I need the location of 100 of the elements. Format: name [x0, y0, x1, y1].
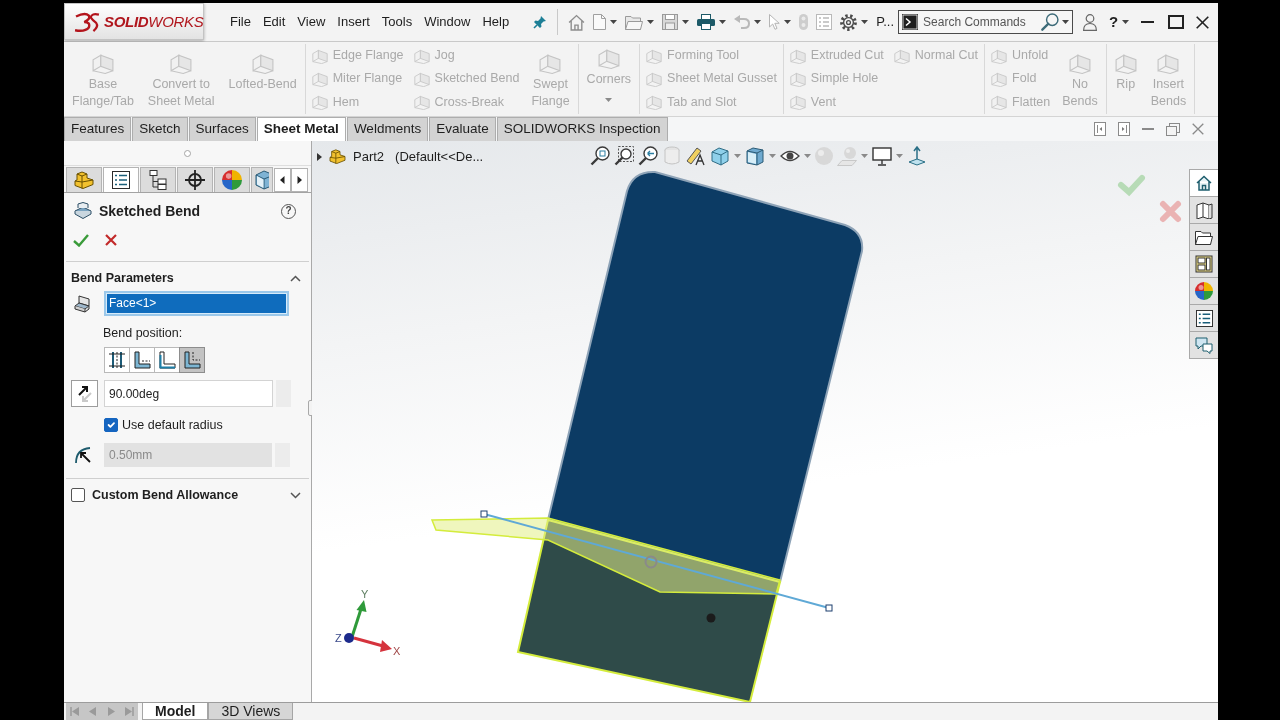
selection-field[interactable]: Face<1> — [104, 291, 289, 316]
caret-icon[interactable] — [610, 20, 618, 24]
sheet-metal-icon — [646, 47, 663, 64]
home-icon[interactable] — [568, 13, 586, 31]
sheet-metal-icon — [1114, 52, 1137, 74]
task-pane-tab[interactable] — [1189, 223, 1218, 251]
magnifier-arrow-icon[interactable] — [638, 146, 658, 166]
sketch-point[interactable] — [825, 604, 833, 612]
bend-position-button[interactable] — [104, 347, 130, 373]
sheet-metal-icon — [311, 71, 328, 87]
pencil-letter-icon[interactable] — [686, 146, 706, 166]
command-tab[interactable]: Sheet Metal — [256, 117, 346, 141]
bend-position-button[interactable] — [129, 347, 155, 373]
pin-icon[interactable] — [533, 15, 548, 29]
caret-icon[interactable] — [1122, 20, 1130, 24]
checkbox[interactable] — [104, 418, 118, 432]
user-icon[interactable] — [1083, 13, 1098, 31]
help-button[interactable]: ? — [1109, 13, 1119, 31]
menu-item[interactable]: View — [291, 12, 332, 32]
minimize-icon[interactable] — [1141, 21, 1155, 23]
angle-field[interactable]: 90.00deg — [104, 380, 273, 407]
settings-icon[interactable] — [840, 13, 858, 31]
expand-triangle-icon[interactable] — [317, 152, 322, 161]
command-tab[interactable]: Surfaces — [188, 117, 256, 141]
axis-label: X — [393, 645, 401, 657]
task-pane-tab[interactable] — [1189, 169, 1218, 197]
panel-tab[interactable] — [140, 167, 176, 192]
menu-item[interactable]: Tools — [375, 12, 419, 32]
view-tab[interactable]: Model — [142, 703, 209, 720]
l-bend-icon — [157, 350, 177, 370]
sheet-metal-icon — [311, 47, 328, 64]
scroll-left-icon[interactable] — [274, 167, 291, 192]
part-block-icon — [74, 171, 94, 189]
cube-icon[interactable] — [710, 146, 730, 166]
printer-icon[interactable] — [697, 14, 716, 30]
menu-item[interactable]: File — [224, 12, 257, 32]
sheet-metal-icon — [789, 47, 806, 64]
command-tab[interactable]: Features — [64, 117, 132, 141]
caret-icon[interactable] — [682, 20, 690, 24]
command-tab[interactable]: Weldments — [346, 117, 429, 141]
task-pane-tab[interactable] — [1189, 250, 1218, 278]
checkbox-label: Use default radius — [122, 417, 223, 433]
magnifier-square-icon[interactable] — [590, 146, 610, 166]
part-name[interactable]: Part2 — [353, 149, 385, 165]
caret-icon[interactable] — [1062, 20, 1070, 24]
panel-right-icon[interactable] — [1118, 122, 1130, 136]
shaded-box-icon[interactable] — [745, 146, 765, 166]
search-box[interactable]: Search Commands — [898, 10, 1074, 34]
view-tab[interactable]: 3D Views — [208, 703, 294, 720]
menu-item[interactable]: Window — [418, 12, 477, 32]
caret-icon[interactable] — [647, 20, 655, 24]
search-input[interactable]: Search Commands — [921, 14, 1039, 30]
caret-icon[interactable] — [719, 20, 727, 24]
restore-icon[interactable] — [1166, 122, 1180, 136]
menu-item[interactable]: Insert — [331, 12, 376, 32]
crosshair-icon — [185, 170, 205, 190]
command-tab[interactable]: SOLIDWORKS Inspection — [496, 117, 668, 141]
panel-tab[interactable] — [177, 167, 213, 192]
expand-chevron-icon[interactable] — [290, 491, 301, 499]
flip-direction-button[interactable] — [71, 380, 98, 407]
field-label: Bend position: — [103, 326, 184, 341]
search-icon[interactable] — [1041, 13, 1060, 31]
sheet-metal-icon — [170, 52, 193, 74]
configuration-tree-icon — [149, 170, 167, 190]
ok-check-icon[interactable] — [1118, 175, 1145, 197]
eye-icon[interactable] — [780, 149, 800, 163]
collapse-chevron-icon[interactable] — [290, 274, 301, 282]
sheet-metal-icon — [413, 94, 430, 111]
color-ball-icon — [1195, 282, 1213, 300]
l-bend-icon — [132, 350, 152, 370]
bend-marker — [644, 555, 658, 569]
terminal-icon — [902, 14, 919, 30]
overflow-button[interactable]: P... — [876, 14, 895, 30]
caret-icon[interactable] — [784, 20, 792, 24]
l-bend-icon — [182, 350, 202, 370]
up-arrow-plane-icon[interactable] — [907, 146, 927, 166]
scroll-right-icon[interactable] — [291, 167, 308, 192]
part-block-icon — [329, 149, 346, 165]
caret-icon[interactable] — [861, 20, 869, 24]
magnifier-box-icon[interactable] — [614, 146, 634, 166]
task-pane-tab[interactable] — [1189, 304, 1218, 332]
axis-label: Z — [335, 632, 342, 644]
property-list-icon — [112, 171, 130, 189]
sketch-point[interactable] — [480, 510, 488, 518]
panel-left-icon[interactable] — [1094, 122, 1106, 136]
grip-dot-icon[interactable] — [184, 149, 191, 157]
ok-check-icon[interactable] — [73, 233, 89, 247]
panel-tab[interactable] — [103, 167, 139, 192]
close-icon[interactable] — [1196, 15, 1210, 29]
maximize-icon[interactable] — [1168, 15, 1185, 29]
sheet-stack-icon — [74, 202, 92, 220]
cancel-x-icon[interactable] — [105, 234, 117, 246]
command-tab[interactable]: Sketch — [132, 117, 188, 141]
caret-icon[interactable] — [754, 20, 762, 24]
sheet-metal-icon — [789, 71, 806, 87]
checkbox[interactable] — [71, 488, 85, 502]
monitor-icon[interactable] — [872, 146, 892, 166]
menu-item[interactable]: Edit — [256, 12, 292, 32]
menu-item[interactable]: Help — [476, 12, 516, 32]
command-tab[interactable]: Evaluate — [429, 117, 496, 141]
